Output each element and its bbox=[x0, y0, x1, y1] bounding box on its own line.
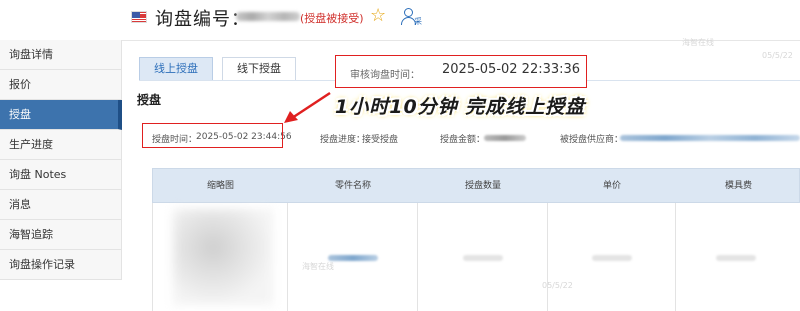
col-mold-fee: 模具费 bbox=[724, 181, 752, 191]
award-amount-label: 授盘金额： bbox=[440, 135, 486, 145]
part-name-cell bbox=[288, 203, 418, 311]
mold-fee-cell bbox=[676, 203, 800, 311]
table-row bbox=[152, 203, 800, 311]
person-icon-label: 采 bbox=[414, 17, 422, 26]
review-time-label: 审核询盘时间： bbox=[350, 70, 420, 81]
tab-offline-award[interactable]: 线下授盘 bbox=[222, 57, 296, 81]
quantity-redacted bbox=[463, 255, 503, 261]
award-amount-redacted bbox=[484, 135, 526, 141]
col-thumbnail: 缩略图 bbox=[206, 181, 234, 191]
award-progress-value: 接受授盘 bbox=[362, 135, 399, 145]
sidebar-item-inquiry-notes[interactable]: 询盘 Notes bbox=[0, 160, 122, 190]
sidebar-item-award[interactable]: 授盘 bbox=[0, 100, 122, 130]
award-time-highlight bbox=[142, 123, 283, 148]
watermark: 05/5/22 bbox=[762, 51, 793, 60]
watermark: 海智在线 bbox=[682, 38, 714, 47]
quantity-cell bbox=[418, 203, 548, 311]
sidebar-item-operation-log[interactable]: 询盘操作记录 bbox=[0, 250, 122, 280]
col-unit-price: 单价 bbox=[602, 181, 621, 191]
sidebar: 询盘详情 报价 授盘 生产进度 询盘 Notes 消息 海智追踪 询盘操作记录 bbox=[0, 40, 122, 280]
table-header: 缩略图 零件名称 授盘数量 单价 模具费 bbox=[152, 168, 800, 203]
sidebar-item-quote[interactable]: 报价 bbox=[0, 70, 122, 100]
sidebar-item-messages[interactable]: 消息 bbox=[0, 190, 122, 220]
supplier-name-redacted bbox=[620, 135, 800, 141]
callout-text: 1小时10分钟 完成线上授盘 bbox=[335, 96, 586, 118]
part-name-redacted bbox=[328, 255, 378, 261]
review-time-value: 2025-05-02 22:33:36 bbox=[442, 62, 581, 77]
award-progress-label: 授盘进度： bbox=[320, 135, 366, 145]
col-award-quantity: 授盘数量 bbox=[464, 181, 501, 191]
col-part-name: 零件名称 bbox=[334, 181, 371, 191]
part-thumbnail-image[interactable] bbox=[173, 209, 273, 305]
tab-online-award[interactable]: 线上授盘 bbox=[139, 57, 213, 81]
inquiry-detail-page: 询盘编号： (授盘被接受) ☆ 采 询盘详情 报价 授盘 生产进度 询盘 Not… bbox=[0, 0, 800, 311]
thumbnail-cell bbox=[153, 203, 288, 311]
unit-price-redacted bbox=[592, 255, 632, 261]
star-icon[interactable]: ☆ bbox=[370, 6, 386, 26]
inquiry-number-redacted bbox=[236, 12, 300, 21]
sidebar-item-tracking[interactable]: 海智追踪 bbox=[0, 220, 122, 250]
sidebar-item-inquiry-detail[interactable]: 询盘详情 bbox=[0, 40, 122, 70]
status-text: (授盘被接受) bbox=[300, 12, 364, 25]
section-title: 授盘 bbox=[137, 93, 162, 107]
person-icon[interactable]: 采 bbox=[401, 8, 425, 28]
unit-price-cell bbox=[548, 203, 676, 311]
sidebar-item-production-progress[interactable]: 生产进度 bbox=[0, 130, 122, 160]
mold-fee-redacted bbox=[716, 255, 756, 261]
us-flag-icon bbox=[131, 11, 147, 23]
supplier-label: 被授盘供应商： bbox=[560, 135, 624, 145]
page-header: 询盘编号： (授盘被接受) ☆ 采 bbox=[0, 0, 800, 36]
review-time-box: 审核询盘时间： 2025-05-02 22:33:36 bbox=[335, 55, 587, 88]
